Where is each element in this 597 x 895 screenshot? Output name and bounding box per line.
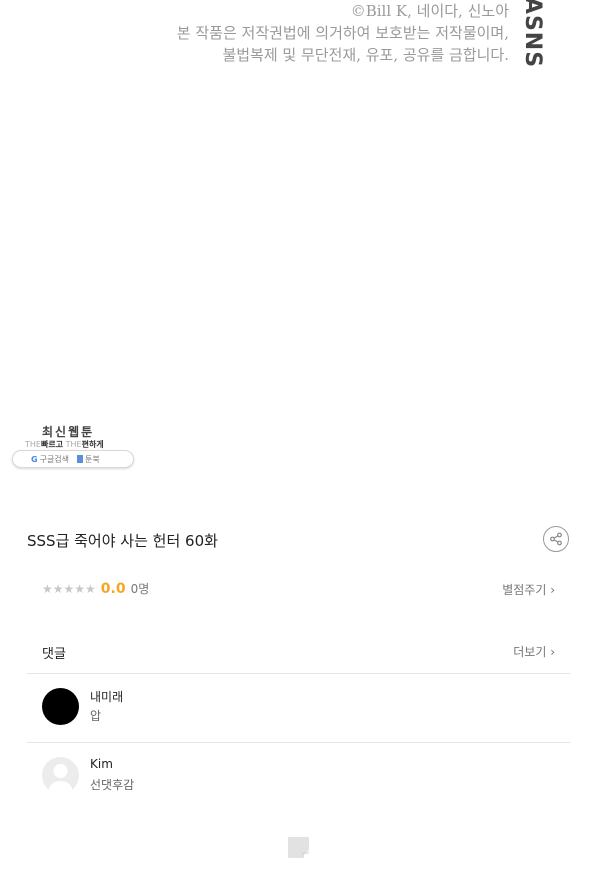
share-button[interactable] (543, 526, 569, 552)
brand-logo-text: ASNS (520, 0, 546, 68)
rate-button[interactable]: 별점주기 › (502, 581, 555, 598)
default-user-icon (48, 764, 73, 794)
book-icon (77, 455, 84, 463)
promo-search-pill[interactable]: G 구글검색 툰북 (12, 450, 134, 468)
comment-author: 내미래 (90, 690, 124, 704)
avatar (42, 757, 79, 794)
comments-more-link[interactable]: 더보기 › (513, 643, 555, 660)
divider (27, 673, 570, 674)
copyright-authors: ©Bill K, 네이다, 신노아 (350, 2, 509, 20)
promo-tagline: THE빠르고 THE편하게 (25, 440, 104, 449)
comment-text: 선댓후감 (90, 778, 135, 792)
google-icon: G (31, 454, 38, 464)
comment-author: Kim (90, 757, 113, 771)
star-rating-icon: ★★★★★ (42, 581, 96, 596)
comments-heading: 댓글 (42, 647, 66, 662)
rating-score: 0.0 (100, 580, 126, 597)
promo-title: 최신웹툰 (42, 425, 95, 439)
avatar (42, 688, 79, 725)
divider (27, 742, 570, 743)
promo-search-label: 구글검색 (39, 454, 70, 464)
copyright-notice: ©Bill K, 네이다, 신노아 본 작품은 저작권법에 의거하여 보호받는 … (177, 0, 509, 66)
episode-title: SSS급 죽어야 사는 헌터 60화 (27, 532, 218, 550)
copyright-protection: 본 작품은 저작권법에 의거하여 보호받는 저작물이며, (176, 24, 509, 42)
promo-site-label: 툰북 (85, 454, 100, 464)
copyright-prohibition: 불법복제 및 무단전재, 유포, 공유를 금합니다. (222, 46, 509, 64)
broken-image-icon (288, 837, 309, 858)
promo-banner[interactable]: 최신웹툰 THE빠르고 THE편하게 G 구글검색 툰북 (12, 422, 134, 468)
rating-count: 0명 (130, 582, 150, 596)
rating-summary: ★★★★★ 0.0 0명 (42, 580, 149, 597)
comment-text: 압 (90, 709, 102, 723)
brand-logo: ASNS (521, 0, 546, 68)
share-icon (550, 532, 562, 546)
